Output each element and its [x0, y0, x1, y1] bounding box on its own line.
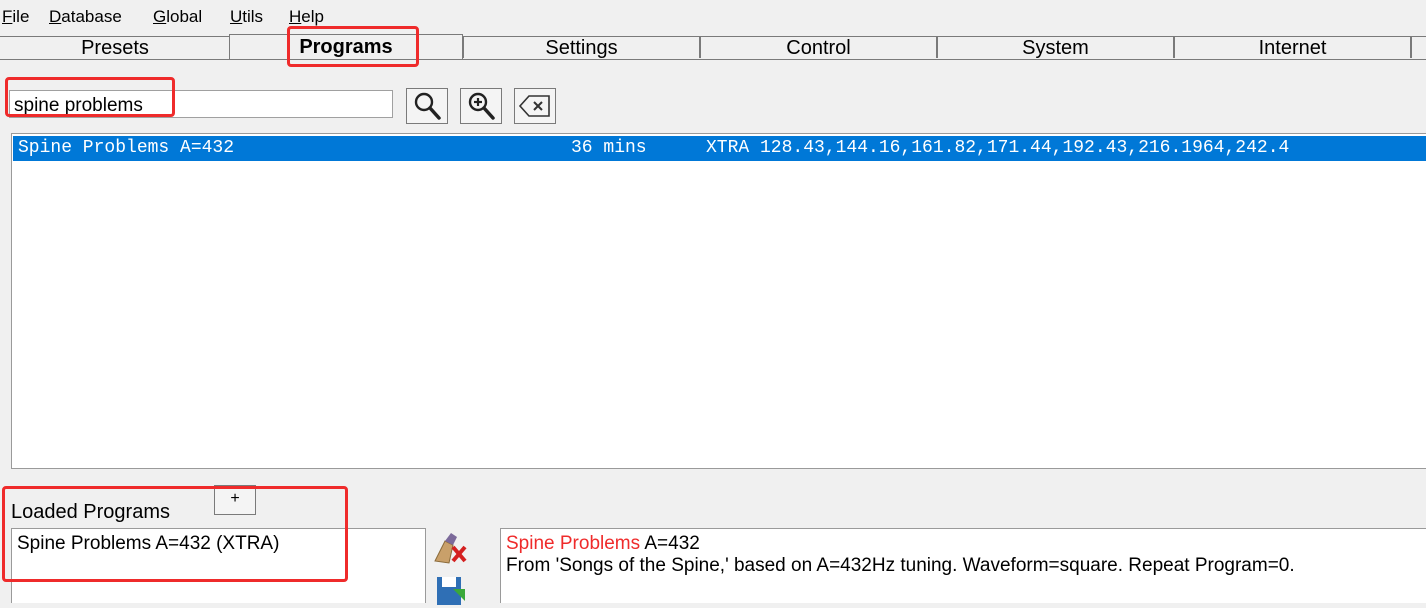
menu-help[interactable]: Help — [289, 7, 324, 27]
program-results-list[interactable]: Spine Problems A=432 36 mins XTRA 128.43… — [11, 133, 1426, 469]
tab-system[interactable]: System — [937, 36, 1174, 59]
remove-program-icon — [434, 533, 467, 564]
tab-programs[interactable]: Programs — [229, 34, 463, 60]
clear-search-button[interactable] — [514, 88, 556, 124]
menu-database[interactable]: Database — [49, 7, 122, 27]
remove-program-button[interactable] — [429, 528, 471, 568]
tab-presets[interactable]: Presets — [0, 36, 231, 59]
tab-settings[interactable]: Settings — [463, 36, 700, 59]
menu-file[interactable]: File — [2, 7, 29, 27]
program-description: Spine Problems A=432 From 'Songs of the … — [500, 528, 1426, 603]
description-text: From 'Songs of the Spine,' based on A=43… — [506, 555, 1295, 576]
tab-strip: Presets Programs Settings Control System… — [0, 34, 1426, 60]
description-program-tuning: A=432 — [640, 533, 700, 554]
save-program-icon — [437, 577, 465, 605]
program-name: Spine Problems A=432 — [18, 138, 235, 158]
description-title: Spine Problems A=432 — [506, 533, 1426, 555]
search-icon — [414, 92, 441, 120]
list-item[interactable]: Spine Problems A=432 (XTRA) — [17, 533, 279, 555]
zoom-search-button[interactable] — [460, 88, 502, 124]
menu-utils[interactable]: Utils — [230, 7, 263, 27]
program-frequencies: XTRA 128.43,144.16,161.82,171.44,192.43,… — [706, 138, 1290, 158]
tab-control[interactable]: Control — [700, 36, 937, 59]
menu-bar: File Database Global Utils Help — [0, 7, 1426, 29]
search-button[interactable] — [406, 88, 448, 124]
list-item[interactable]: Spine Problems A=432 36 mins XTRA 128.43… — [13, 136, 1426, 161]
loaded-programs-list[interactable]: Spine Problems A=432 (XTRA) — [11, 528, 426, 603]
add-program-button[interactable]: + — [214, 485, 256, 515]
description-program-name: Spine Problems — [506, 533, 641, 554]
tab-overflow[interactable] — [1411, 36, 1426, 58]
menu-global[interactable]: Global — [153, 7, 202, 27]
tab-divider — [0, 59, 1426, 60]
clear-icon — [518, 95, 550, 117]
program-duration: 36 mins — [571, 138, 647, 158]
save-program-button[interactable] — [429, 568, 471, 608]
search-input[interactable] — [9, 90, 393, 118]
zoom-in-icon — [468, 92, 495, 120]
tab-internet[interactable]: Internet — [1174, 36, 1411, 59]
loaded-programs-label: Loaded Programs — [11, 501, 170, 523]
